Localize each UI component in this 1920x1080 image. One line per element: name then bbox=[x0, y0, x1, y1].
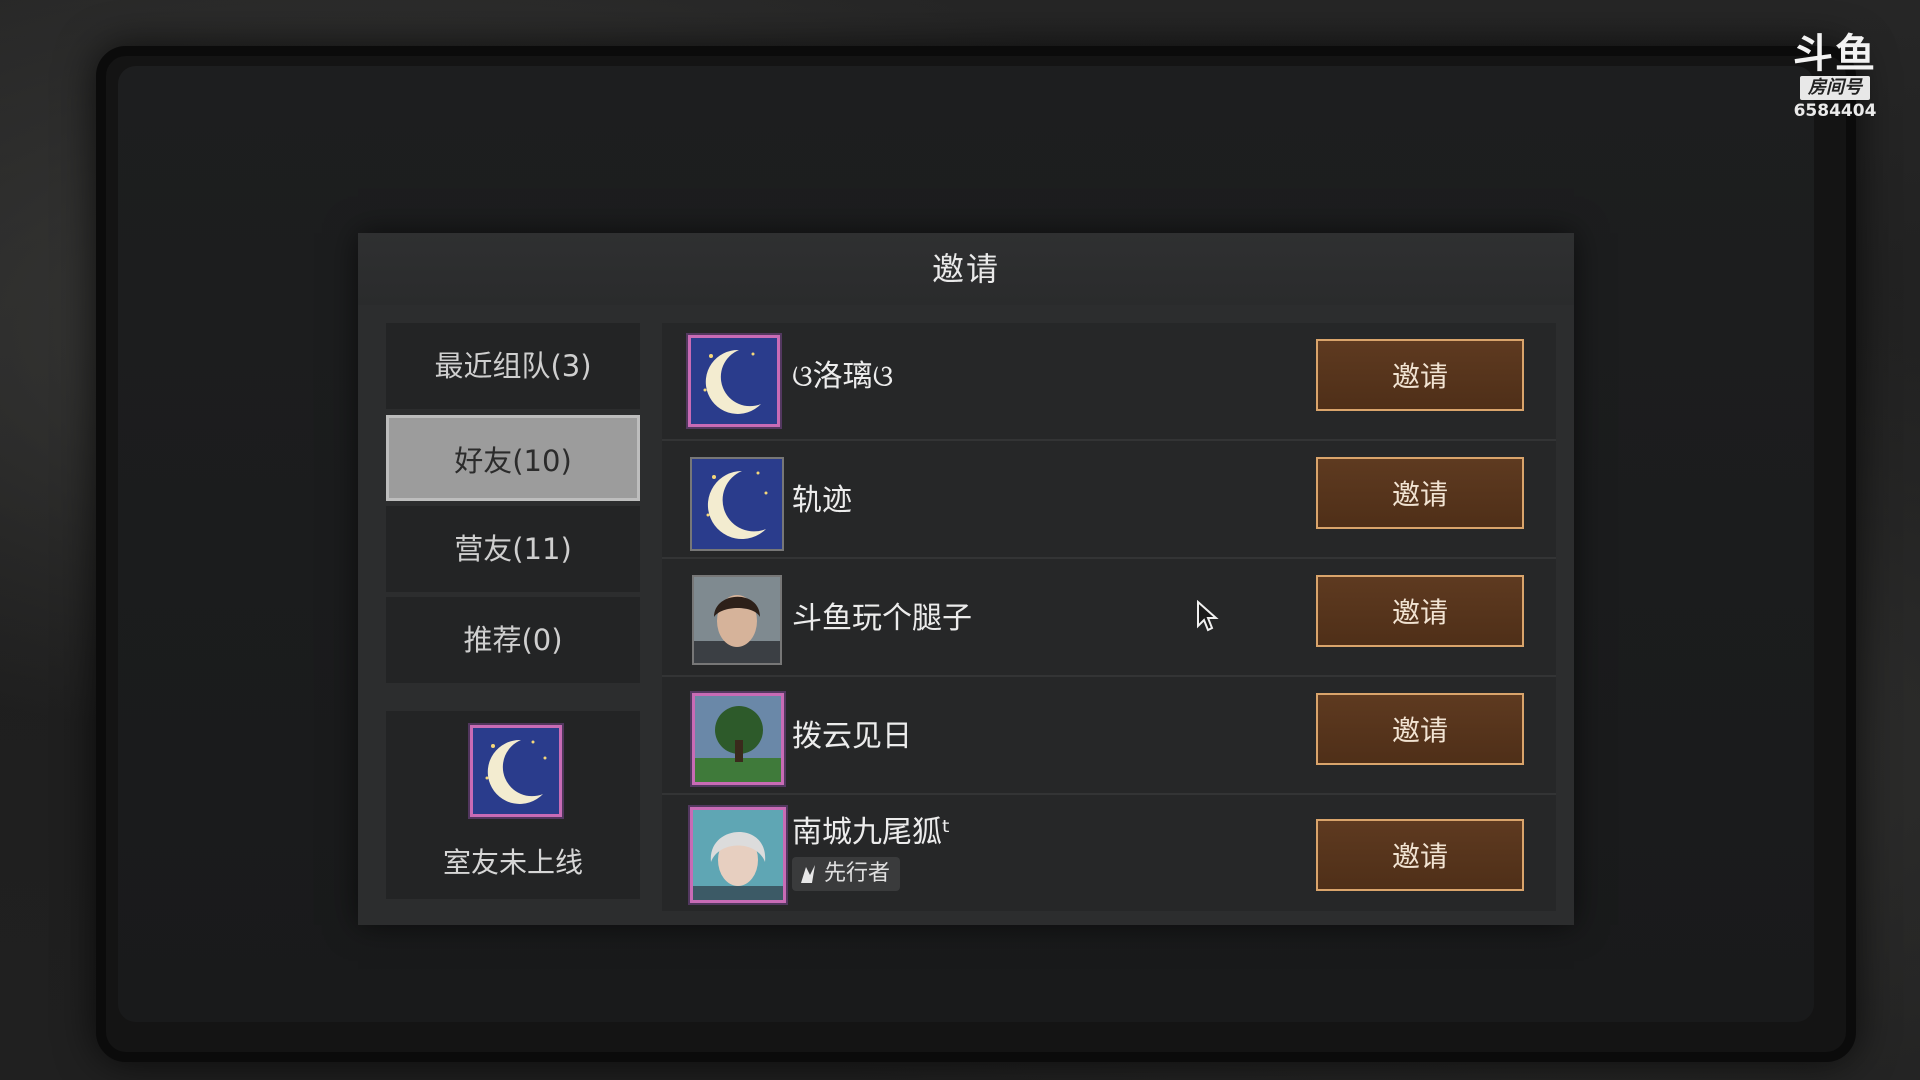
pioneer-badge: 先行者 bbox=[792, 857, 901, 891]
tab-recommended[interactable]: 推荐(0) bbox=[386, 597, 640, 683]
moon-avatar-icon bbox=[690, 457, 784, 551]
friend-name: 南城九尾狐ᵗ bbox=[792, 815, 951, 850]
friend-name: 轨迹 bbox=[792, 483, 852, 518]
list-item: 轨迹 邀请 bbox=[662, 441, 1556, 559]
room-watermark: 斗鱼 房间号 6584404 bbox=[1780, 32, 1890, 136]
invite-dialog: 邀请 最近组队(3) 好友(10) 营友(11) 推荐(0) 室友未上线 ଓ洛璃… bbox=[358, 233, 1574, 925]
friend-name: 拨云见日 bbox=[792, 719, 912, 754]
invite-button[interactable]: 邀请 bbox=[1316, 457, 1524, 529]
roommate-panel: 室友未上线 bbox=[386, 711, 640, 899]
invite-button[interactable]: 邀请 bbox=[1316, 819, 1524, 891]
room-number-tag: 房间号 bbox=[1800, 76, 1870, 100]
invite-button[interactable]: 邀请 bbox=[1316, 575, 1524, 647]
dialog-header: 邀请 bbox=[358, 233, 1574, 305]
list-item: ଓ洛璃ଓ 邀请 bbox=[662, 323, 1556, 441]
invite-button[interactable]: 邀请 bbox=[1316, 339, 1524, 411]
tree-landscape-icon bbox=[692, 693, 784, 785]
roommate-status: 室友未上线 bbox=[442, 846, 583, 879]
friend-name: ଓ洛璃ଓ bbox=[792, 359, 894, 394]
list-item: 斗鱼玩个腿子 邀请 bbox=[662, 559, 1556, 677]
room-id: 6584404 bbox=[1793, 101, 1877, 121]
invite-button[interactable]: 邀请 bbox=[1316, 693, 1524, 765]
list-item: 南城九尾狐ᵗ 先行者 邀请 bbox=[662, 795, 1556, 911]
badge-label: 先行者 bbox=[824, 861, 891, 886]
moon-avatar-icon bbox=[688, 335, 780, 427]
female-portrait-icon bbox=[690, 807, 786, 903]
pioneer-icon bbox=[801, 865, 815, 883]
tab-recent-team[interactable]: 最近组队(3) bbox=[386, 323, 640, 409]
list-item: 拨云见日 邀请 bbox=[662, 677, 1556, 795]
tab-friends[interactable]: 好友(10) bbox=[386, 415, 640, 501]
dialog-title: 邀请 bbox=[931, 250, 1000, 288]
mouse-cursor-icon bbox=[1196, 599, 1222, 636]
male-portrait-icon bbox=[692, 575, 782, 665]
friend-list: ଓ洛璃ଓ 邀请 轨迹 邀请 斗鱼玩个腿子 邀请 拨云见日 邀请 南城九尾狐ᵗ 先… bbox=[662, 323, 1556, 915]
tab-camp-friends[interactable]: 营友(11) bbox=[386, 506, 640, 592]
friend-name: 斗鱼玩个腿子 bbox=[792, 601, 972, 636]
douyu-logo: 斗鱼 bbox=[1793, 31, 1877, 77]
moon-avatar-icon bbox=[470, 725, 562, 817]
